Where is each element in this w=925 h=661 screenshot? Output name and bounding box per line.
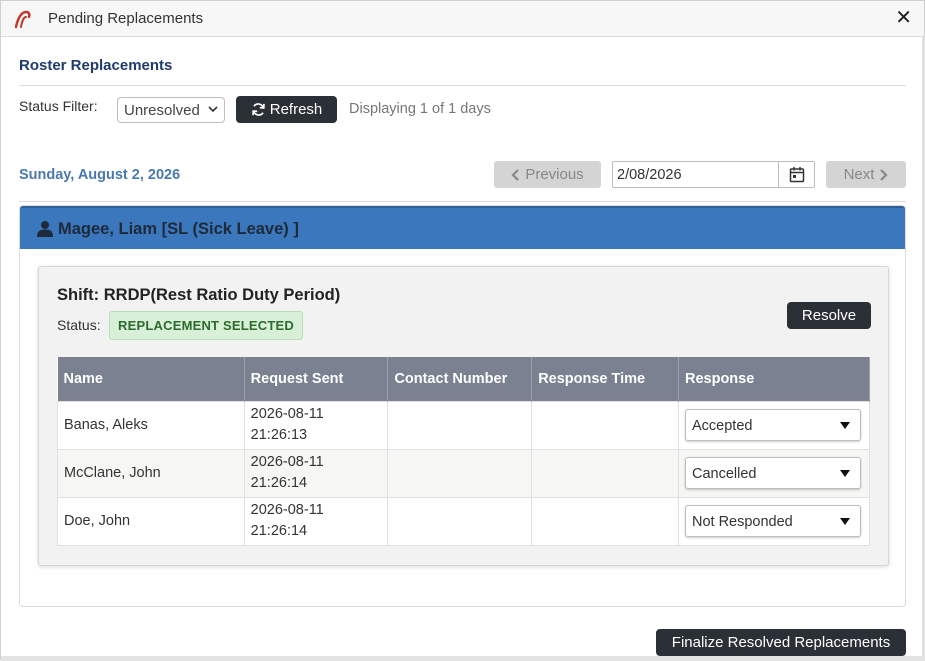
finalize-resolved-replacements-button[interactable]: Finalize Resolved Replacements [656,629,906,656]
column-header-request-sent[interactable]: Request Sent [244,357,389,401]
column-header-response-time[interactable]: Response Time [531,357,679,401]
horizontal-scrollbar[interactable] [1,656,925,661]
refresh-icon [251,103,265,116]
row-response-cell: Cancelled [678,448,871,497]
row-request-sent: 2026-08-11 21:26:14 [244,496,389,546]
row-name: Doe, John [57,496,245,546]
status-filter-select[interactable]: Unresolved [117,97,225,123]
divider [19,85,906,86]
window-title: Pending Replacements [48,10,204,27]
page-title: Roster Replacements [19,57,173,74]
response-select[interactable]: Accepted [684,409,861,441]
sent-date: 2026-08-11 [250,502,324,518]
table-row: Banas, Aleks 2026-08-11 21:26:13 Accepted [57,400,871,449]
shift-card: Shift: RRDP(Rest Ratio Duty Period) Stat… [38,266,889,566]
shift-title: Shift: RRDP(Rest Ratio Duty Period) [57,286,341,304]
response-value: Accepted [691,418,753,434]
replacements-table: Name Request Sent Contact Number Respons… [57,357,871,546]
displaying-count: Displaying 1 of 1 days [349,101,491,117]
table-header-row: Name Request Sent Contact Number Respons… [57,357,871,401]
next-button[interactable]: Next [826,161,906,188]
response-value: Cancelled [691,466,757,482]
divider [19,201,906,202]
row-response-cell: Accepted [678,400,871,449]
sent-date: 2026-08-11 [250,406,324,422]
chevron-left-icon [511,168,520,181]
previous-label: Previous [525,166,584,183]
caret-down-icon [839,422,850,429]
table-row: Doe, John 2026-08-11 21:26:14 Not Respond… [57,496,871,546]
app-logo-icon [14,10,31,29]
chevron-down-icon [208,106,218,113]
date-value: 2/08/2026 [617,167,682,183]
status-label: Status: [57,317,101,333]
close-icon[interactable]: ✕ [895,7,912,29]
resolve-button[interactable]: Resolve [787,302,871,329]
title-bar: Pending Replacements ✕ [1,1,924,37]
previous-button[interactable]: Previous [494,161,601,188]
row-response-time [531,400,679,449]
row-response-time [531,496,679,546]
response-select[interactable]: Not Responded [684,505,861,537]
status-filter-value: Unresolved [124,102,200,119]
row-request-sent: 2026-08-11 21:26:13 [244,400,389,449]
sent-time: 21:26:14 [250,523,308,539]
column-header-name[interactable]: Name [57,357,245,401]
next-label: Next [843,166,875,183]
sent-time: 21:26:14 [250,475,308,491]
user-icon [37,221,53,237]
row-name: Banas, Aleks [57,400,245,449]
employee-header: Magee, Liam [SL (Sick Leave) ] [20,206,905,249]
sent-time: 21:26:13 [250,427,308,443]
employee-panel: Magee, Liam [SL (Sick Leave) ] Shift: RR… [19,205,906,607]
row-response-time [531,448,679,497]
sent-date: 2026-08-11 [250,454,324,470]
table-row: McClane, John 2026-08-11 21:26:14 Cancell… [57,448,871,497]
pending-replacements-window: Pending Replacements ✕ Roster Replacemen… [0,0,925,661]
row-contact [387,496,533,546]
response-select[interactable]: Cancelled [684,457,861,489]
calendar-button[interactable] [778,162,814,187]
row-contact [387,448,533,497]
date-field[interactable]: 2/08/2026 [612,161,815,188]
status-badge: REPLACEMENT SELECTED [109,311,303,340]
calendar-icon [789,167,804,183]
current-date: Sunday, August 2, 2026 [19,167,181,183]
column-header-contact-number[interactable]: Contact Number [387,357,533,401]
row-request-sent: 2026-08-11 21:26:14 [244,448,389,497]
row-response-cell: Not Responded [678,496,871,546]
caret-down-icon [839,518,850,525]
employee-name: Magee, Liam [SL (Sick Leave) ] [58,220,299,238]
row-name: McClane, John [57,448,245,497]
status-filter-label: Status Filter: [19,98,98,114]
caret-down-icon [839,470,850,477]
refresh-button[interactable]: Refresh [236,96,337,123]
column-header-response[interactable]: Response [678,357,871,401]
response-value: Not Responded [691,514,793,530]
row-contact [387,400,533,449]
refresh-label: Refresh [269,101,323,118]
chevron-right-icon [880,168,888,181]
